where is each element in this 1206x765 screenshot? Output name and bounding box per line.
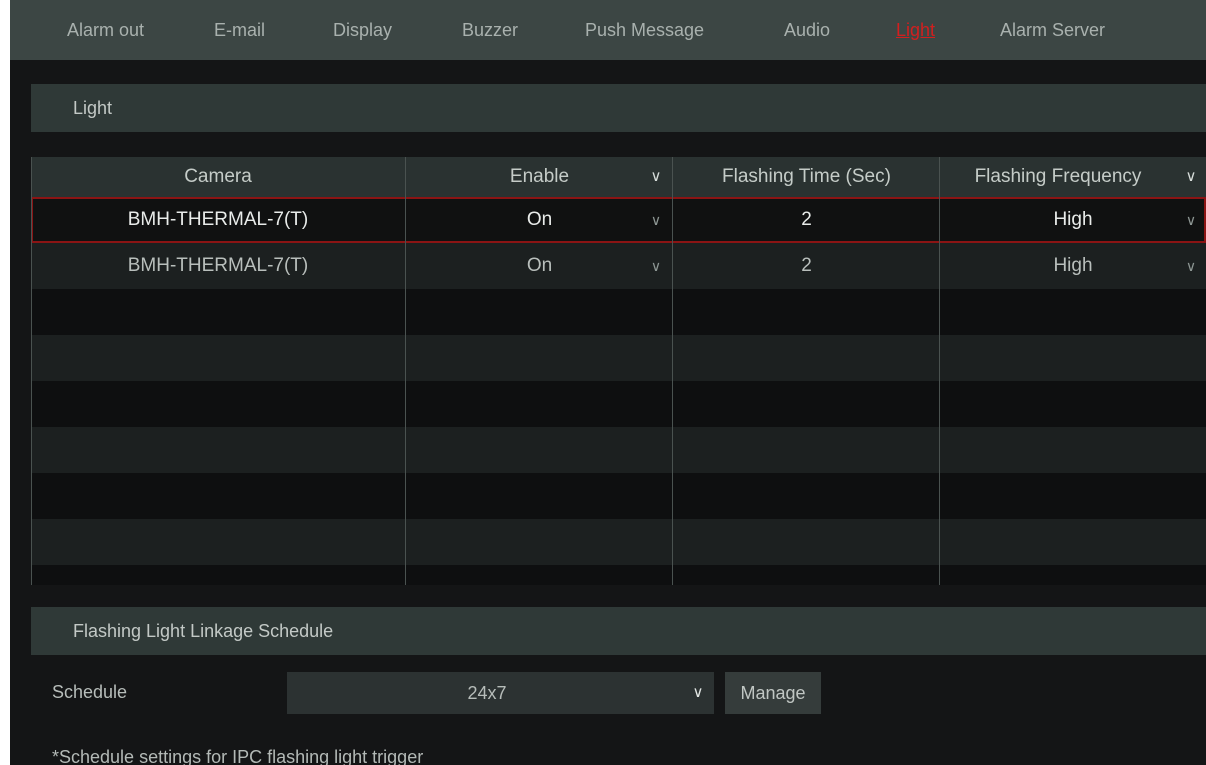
schedule-note: *Schedule settings for IPC flashing ligh… bbox=[52, 747, 424, 765]
empty-row bbox=[31, 427, 1206, 473]
tab-alarm-out[interactable]: Alarm out bbox=[67, 0, 144, 60]
column-divider bbox=[939, 157, 940, 585]
chevron-down-icon[interactable]: ∨ bbox=[643, 197, 669, 243]
chevron-down-icon[interactable]: ∨ bbox=[1178, 197, 1204, 243]
light-section-header: Light bbox=[31, 84, 1206, 132]
enable-value[interactable]: On bbox=[406, 243, 673, 289]
empty-row bbox=[31, 519, 1206, 565]
manage-button[interactable]: Manage bbox=[725, 672, 821, 714]
empty-row bbox=[31, 565, 1206, 585]
table-row[interactable]: BMH-THERMAL-7(T) On ∨ 2 High ∨ bbox=[31, 197, 1206, 243]
column-divider bbox=[31, 157, 32, 585]
schedule-label: Schedule bbox=[52, 682, 128, 702]
column-divider bbox=[405, 157, 406, 585]
table-header: Camera Enable ∨ Flashing Time (Sec) Flas… bbox=[31, 157, 1206, 197]
flashing-frequency-value[interactable]: High bbox=[940, 243, 1206, 289]
tab-buzzer[interactable]: Buzzer bbox=[462, 0, 518, 60]
tab-alarm-server[interactable]: Alarm Server bbox=[1000, 0, 1105, 60]
section-title: Flashing Light Linkage Schedule bbox=[73, 621, 334, 641]
column-header-enable: Enable bbox=[509, 166, 570, 187]
chevron-down-icon[interactable]: ∨ bbox=[643, 157, 669, 197]
tab-display[interactable]: Display bbox=[333, 0, 392, 60]
column-divider bbox=[672, 157, 673, 585]
column-header-flashing-time: Flashing Time (Sec) bbox=[722, 166, 891, 187]
schedule-section-header: Flashing Light Linkage Schedule bbox=[31, 607, 1206, 655]
camera-name: BMH-THERMAL-7(T) bbox=[127, 255, 309, 276]
camera-name: BMH-THERMAL-7(T) bbox=[127, 209, 309, 230]
schedule-value: 24x7 bbox=[467, 683, 507, 703]
tab-email[interactable]: E-mail bbox=[214, 0, 265, 60]
chevron-down-icon[interactable]: ∨ bbox=[643, 243, 669, 289]
tab-audio[interactable]: Audio bbox=[784, 0, 830, 60]
empty-row bbox=[31, 289, 1206, 335]
chevron-down-icon[interactable]: ∨ bbox=[1178, 157, 1204, 197]
tab-bar: Alarm out E-mail Display Buzzer Push Mes… bbox=[10, 0, 1206, 60]
column-header-camera: Camera bbox=[184, 166, 252, 187]
empty-row bbox=[31, 473, 1206, 519]
empty-row bbox=[31, 335, 1206, 381]
empty-row bbox=[31, 381, 1206, 427]
schedule-select[interactable]: 24x7 ∨ bbox=[287, 672, 714, 714]
light-settings-screen: Alarm out E-mail Display Buzzer Push Mes… bbox=[10, 0, 1206, 765]
enable-value[interactable]: On bbox=[406, 197, 673, 243]
table-row[interactable]: BMH-THERMAL-7(T) On ∨ 2 High ∨ bbox=[31, 243, 1206, 289]
chevron-down-icon[interactable]: ∨ bbox=[1178, 243, 1204, 289]
chevron-down-icon: ∨ bbox=[692, 684, 704, 701]
section-title: Light bbox=[73, 98, 113, 118]
tab-light[interactable]: Light bbox=[896, 0, 935, 60]
flashing-frequency-value[interactable]: High bbox=[940, 197, 1206, 243]
light-table: Camera Enable ∨ Flashing Time (Sec) Flas… bbox=[31, 157, 1206, 585]
flashing-time-value[interactable]: 2 bbox=[673, 243, 940, 289]
tab-push-message[interactable]: Push Message bbox=[585, 0, 704, 60]
flashing-time-value[interactable]: 2 bbox=[673, 197, 940, 243]
column-header-flashing-frequency: Flashing Frequency bbox=[974, 166, 1142, 187]
